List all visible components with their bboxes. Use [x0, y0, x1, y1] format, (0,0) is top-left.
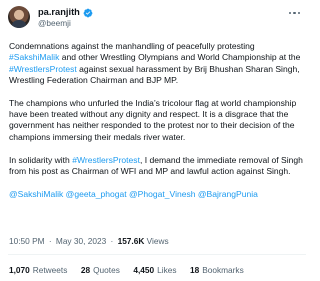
tweet-text: Condemnations against the manhandling of…: [9, 41, 305, 200]
tweet-meta: 10:50 PM · May 30, 2023 · 157.6K Views: [9, 236, 169, 247]
tweet-card: pa.ranjith @beemji Condemnations against…: [0, 0, 313, 281]
mention-link[interactable]: @geeta_phogat: [66, 189, 127, 199]
retweets-count: 1,070: [9, 265, 30, 275]
likes-stat[interactable]: 4,450 Likes: [133, 265, 176, 276]
more-dot: [293, 11, 296, 15]
paragraph-1: Condemnations against the manhandling of…: [9, 41, 305, 86]
hashtag-link[interactable]: #WrestlersProtest: [9, 64, 77, 74]
divider: [8, 253, 306, 255]
paragraph-text: In solidarity with: [9, 154, 73, 165]
more-dot: [289, 11, 292, 15]
likes-label: Likes: [157, 265, 177, 275]
meta-separator: ·: [110, 236, 114, 246]
bookmarks-count: 18: [190, 265, 200, 275]
retweets-label: Retweets: [32, 265, 68, 275]
paragraph-text: and other Wrestling Olympians and World …: [59, 52, 301, 63]
quotes-stat[interactable]: 28 Quotes: [81, 265, 120, 276]
tweet-date[interactable]: May 30, 2023: [56, 236, 106, 246]
mention-link[interactable]: @Phogat_Vinesh: [129, 189, 196, 199]
mention-link[interactable]: @SakshiMalik: [9, 189, 63, 199]
hashtag-link[interactable]: #WrestlersProtest: [72, 155, 140, 165]
paragraph-text: Condemnations against the manhandling of…: [9, 41, 255, 51]
verified-badge-icon: [83, 8, 93, 17]
handle[interactable]: @beemji: [38, 18, 93, 29]
hashtag-link[interactable]: #SakshiMalik: [9, 52, 59, 62]
display-name-row: pa.ranjith: [38, 7, 93, 18]
author-names: pa.ranjith @beemji: [38, 7, 93, 29]
engagement-stats: 1,070 Retweets 28 Quotes 4,450 Likes 18 Book…: [9, 265, 257, 276]
views-label: Views: [146, 236, 169, 246]
meta-separator: ·: [48, 236, 52, 246]
quotes-count: 28: [80, 265, 91, 275]
mentions-line: @SakshiMalik @geeta_phogat @Phogat_Vines…: [9, 189, 305, 200]
retweets-stat[interactable]: 1,070 Retweets: [9, 265, 67, 276]
more-options-icon[interactable]: [289, 10, 303, 16]
paragraph-3: In solidarity with #WrestlersProtest, I …: [9, 155, 305, 178]
display-name[interactable]: pa.ranjith: [38, 7, 80, 18]
views-count: 157.6K: [117, 236, 145, 246]
tweet-time[interactable]: 10:50 PM: [9, 236, 45, 246]
bookmarks-stat[interactable]: 18 Bookmarks: [190, 265, 244, 276]
quotes-label: Quotes: [93, 265, 120, 275]
paragraph-2: The champions who unfurled the India’s t…: [9, 97, 297, 142]
likes-count: 4,450: [133, 265, 155, 275]
tweet-header: pa.ranjith @beemji: [8, 6, 306, 30]
mention-link[interactable]: @BajrangPunia: [198, 189, 258, 199]
bookmarks-label: Bookmarks: [202, 265, 244, 275]
avatar[interactable]: [8, 6, 30, 28]
more-dot: [297, 11, 301, 15]
